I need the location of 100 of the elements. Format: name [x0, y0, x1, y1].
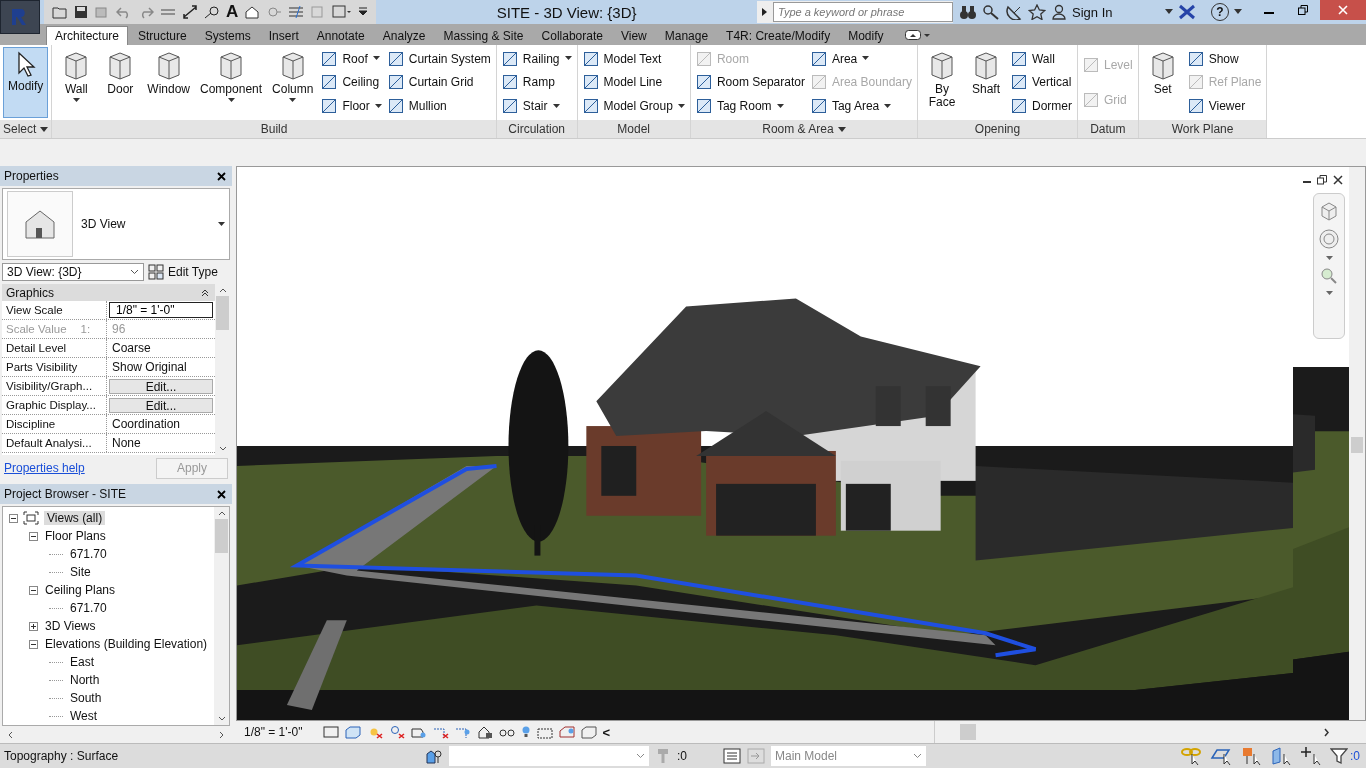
tree-item[interactable]: Views (all) — [44, 511, 106, 525]
exchange-icon[interactable] — [1178, 4, 1196, 20]
minimize-ribbon-icon[interactable] — [905, 30, 932, 40]
tool-icon[interactable] — [321, 50, 338, 67]
worksets-icon[interactable] — [425, 747, 443, 765]
ribbon-tab[interactable]: Manage — [656, 26, 717, 45]
tool-icon[interactable] — [501, 50, 518, 67]
ribbon-tool-button[interactable]: Roof — [342, 51, 368, 66]
box-icon[interactable] — [580, 725, 597, 739]
scroll-down-icon[interactable] — [217, 716, 226, 722]
caret-icon[interactable] — [884, 103, 892, 109]
ribbon-tool-button[interactable]: Viewer — [1208, 99, 1246, 114]
sign-in-button[interactable]: Sign In — [1072, 4, 1160, 20]
scroll-right-icon[interactable] — [219, 730, 225, 739]
ribbon-tool-button[interactable]: Model Line — [603, 75, 663, 90]
ribbon-tool-button[interactable]: By Face — [921, 47, 963, 118]
caret-icon[interactable] — [72, 98, 80, 103]
restore-icon[interactable] — [1317, 175, 1327, 185]
tree-item[interactable]: 671.70 — [67, 601, 110, 615]
render-icon[interactable] — [410, 725, 427, 739]
ribbon-tool-button[interactable]: Vertical — [1032, 75, 1072, 90]
analytical-model-icon[interactable] — [558, 725, 575, 739]
ribbon-tab[interactable]: View — [612, 26, 655, 45]
ribbon-tab[interactable]: Massing & Site — [435, 26, 532, 45]
ribbon-tool-button[interactable]: Model Group — [603, 99, 673, 114]
edit-type-icon[interactable] — [148, 264, 164, 280]
detail-level-icon[interactable] — [322, 725, 339, 739]
save-icon[interactable] — [74, 5, 88, 19]
select-links-icon[interactable] — [1180, 746, 1204, 766]
ribbon-tab[interactable]: Systems — [196, 26, 259, 45]
ribbon-tool-button[interactable]: Stair — [522, 99, 548, 114]
ribbon-tool-button[interactable]: Curtain Grid — [408, 75, 474, 90]
chevron-down-icon[interactable] — [636, 753, 645, 759]
tool-icon[interactable] — [1187, 98, 1204, 115]
tree-item[interactable]: Ceiling Plans — [42, 583, 119, 597]
scroll-up-icon[interactable] — [217, 510, 226, 516]
switch-windows-icon[interactable] — [332, 5, 353, 19]
ribbon-tool-button[interactable]: Wall — [1032, 51, 1055, 66]
star-icon[interactable] — [1028, 4, 1046, 20]
ribbon-tab[interactable]: Modify — [840, 26, 892, 45]
ribbon-tool-button[interactable]: Tag Room — [716, 99, 772, 114]
tool-icon[interactable] — [1187, 50, 1204, 67]
tool-icon[interactable] — [387, 50, 404, 67]
instance-dropdown[interactable]: 3D View: {3D} — [2, 263, 144, 281]
edit-button[interactable]: Edit... — [109, 397, 213, 413]
caret-icon[interactable] — [1165, 9, 1173, 15]
zoom-icon[interactable] — [1320, 267, 1338, 285]
ribbon-tool-button[interactable]: Window — [143, 47, 195, 118]
filter-icon[interactable] — [1330, 747, 1348, 765]
caret-icon[interactable] — [564, 56, 572, 62]
tool-icon[interactable] — [810, 98, 827, 115]
ribbon-tool-button[interactable]: Wall — [55, 47, 98, 118]
scroll-thumb[interactable] — [1351, 437, 1363, 453]
close-icon[interactable] — [1333, 175, 1343, 185]
open-folder-icon[interactable] — [52, 5, 68, 19]
collapse-chevrons-icon[interactable] — [201, 288, 209, 297]
ribbon-tab[interactable]: T4R: Create/Modify — [718, 26, 839, 45]
expand-arrow-icon[interactable] — [761, 7, 769, 17]
caret-icon[interactable] — [1234, 9, 1242, 15]
caret-icon[interactable] — [837, 126, 846, 132]
tool-icon[interactable] — [501, 98, 518, 115]
collapse-button[interactable]: < — [602, 724, 611, 740]
ribbon-tool-button[interactable]: Curtain System — [408, 51, 491, 66]
tree-item[interactable]: 671.70 — [67, 547, 110, 561]
tree-toggle-icon[interactable] — [29, 639, 38, 649]
caret-icon[interactable] — [862, 56, 870, 62]
ribbon-tool-button[interactable]: Column — [268, 47, 318, 118]
tool-icon[interactable] — [387, 98, 404, 115]
tree-item[interactable]: Elevations (Building Elevation) — [42, 637, 211, 651]
ribbon-tab[interactable]: Insert — [260, 26, 307, 45]
tool-icon[interactable] — [501, 74, 518, 91]
tree-item[interactable]: West — [67, 709, 101, 723]
ribbon-tool-button[interactable]: Railing — [522, 51, 560, 66]
tree-item[interactable]: 3D Views — [42, 619, 99, 633]
ribbon-tool-button[interactable]: Floor — [342, 99, 370, 114]
close-icon[interactable] — [217, 171, 226, 181]
cube-icon[interactable] — [1318, 200, 1340, 222]
lightbulb-icon[interactable] — [520, 725, 531, 739]
scroll-thumb[interactable] — [960, 724, 976, 740]
tool-icon[interactable] — [321, 98, 338, 115]
tool-icon[interactable] — [810, 50, 827, 67]
caret-icon[interactable] — [372, 56, 380, 62]
ribbon-tool-button[interactable]: Tag Area — [831, 99, 880, 114]
thin-lines-icon[interactable] — [288, 5, 305, 19]
ribbon-tab[interactable]: Analyze — [374, 26, 434, 45]
ribbon-tool-button[interactable]: Ramp — [522, 75, 555, 90]
tool-icon[interactable] — [387, 74, 404, 91]
tree-item[interactable]: South — [67, 691, 105, 705]
design-options-icon[interactable] — [723, 748, 741, 764]
ribbon-tool-button[interactable]: Set — [1141, 47, 1184, 118]
tool-icon[interactable] — [1011, 50, 1027, 67]
ribbon-tab[interactable]: Structure — [130, 26, 195, 45]
edit-button[interactable]: Edit... — [109, 378, 213, 394]
tool-icon[interactable] — [1011, 98, 1027, 115]
tree-toggle-icon[interactable] — [29, 585, 38, 595]
satellite-icon[interactable] — [1005, 4, 1023, 20]
ribbon-tool-button[interactable]: Shaft — [965, 47, 1007, 118]
steering-wheel-icon[interactable] — [1318, 228, 1340, 250]
tool-icon[interactable] — [695, 74, 712, 91]
user-icon[interactable] — [1051, 4, 1067, 20]
